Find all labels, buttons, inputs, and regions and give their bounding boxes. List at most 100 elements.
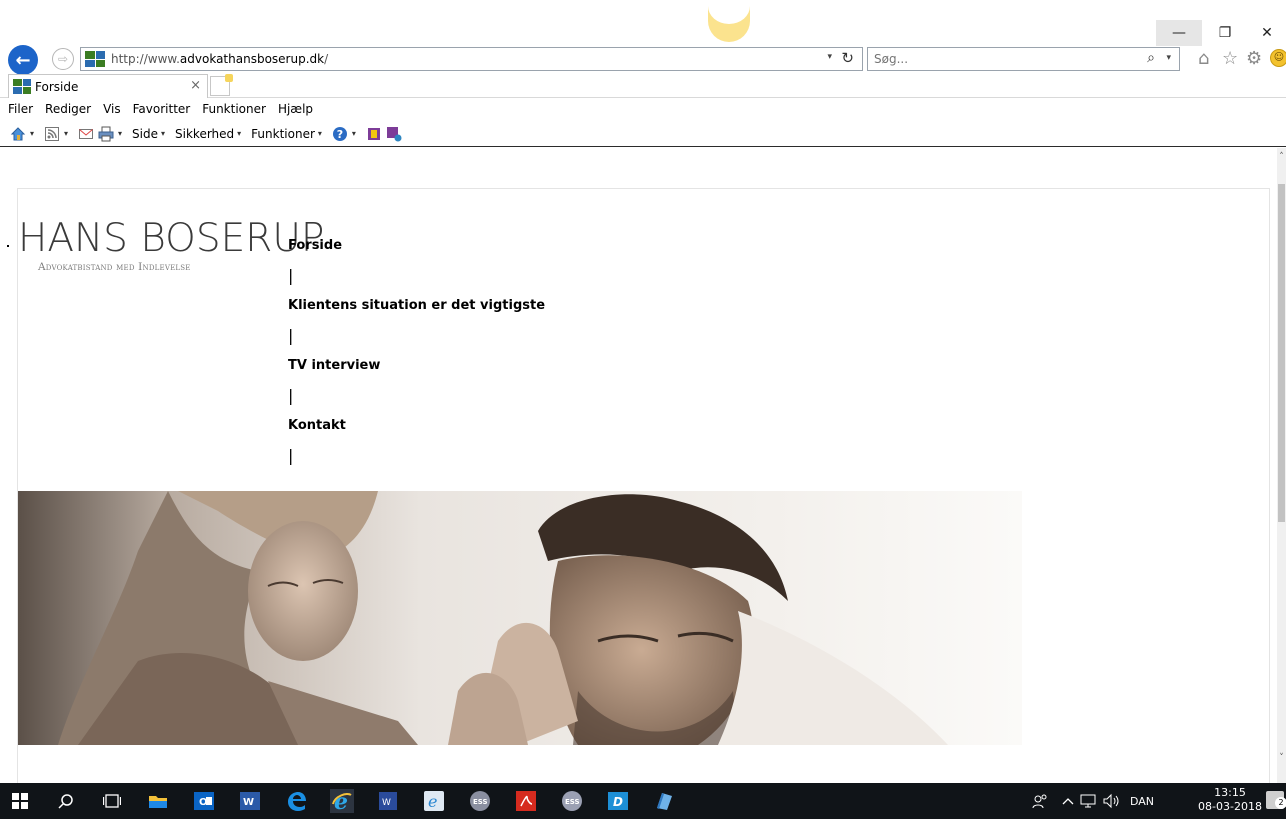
taskbar-clock[interactable]: 13:15 08-03-2018 xyxy=(1194,786,1266,814)
page-viewport: HANS BOSERUP Advokatbistand med Indlevel… xyxy=(0,148,1277,783)
back-arrow-icon: ← xyxy=(15,49,31,71)
nav-separator: | xyxy=(288,326,294,345)
nav-link-forside[interactable]: Forside xyxy=(288,236,545,256)
svg-text:?: ? xyxy=(337,128,343,141)
help-icon[interactable]: ? xyxy=(332,126,348,142)
language-indicator[interactable]: DAN xyxy=(1130,783,1154,819)
language-label: DAN xyxy=(1130,794,1155,808)
side-menu-button[interactable]: Side xyxy=(132,127,158,141)
address-url[interactable]: http://www.advokathansboserup.dk/ xyxy=(111,52,328,66)
outlook-icon[interactable]: O xyxy=(192,789,216,813)
tab-favicon-icon xyxy=(13,79,31,94)
svg-text:e: e xyxy=(428,792,437,811)
onenote-icon[interactable] xyxy=(366,126,382,142)
volume-icon[interactable] xyxy=(1102,783,1122,819)
search-input[interactable] xyxy=(874,52,1114,66)
ess-app-icon[interactable]: ESS xyxy=(468,789,492,813)
home-command-icon[interactable] xyxy=(10,126,26,142)
vertical-scrollbar[interactable]: ˄ ˅ xyxy=(1277,148,1286,783)
command-bar: ▾ ▾ ▾ Side ▾ Sikkerhed ▾ Funktioner ▾ ? … xyxy=(0,121,1286,147)
home-dropdown-icon[interactable]: ▾ xyxy=(30,129,34,138)
sikkerhed-dropdown-icon[interactable]: ▾ xyxy=(237,129,241,138)
menu-filer[interactable]: Filer xyxy=(8,102,33,116)
show-hidden-icons-icon[interactable] xyxy=(1062,783,1074,819)
sikkerhed-menu-button[interactable]: Sikkerhed xyxy=(175,127,234,141)
tab-close-icon[interactable]: × xyxy=(190,78,201,93)
menu-hjaelp[interactable]: Hjælp xyxy=(278,102,313,116)
internet-explorer-icon[interactable]: e xyxy=(330,789,354,813)
file-explorer-icon[interactable] xyxy=(146,789,170,813)
feeds-dropdown-icon[interactable]: ▾ xyxy=(64,129,68,138)
print-icon[interactable] xyxy=(98,126,114,142)
nav-separator: | xyxy=(288,266,294,285)
nav-link-kontakt[interactable]: Kontakt xyxy=(288,416,545,436)
side-dropdown-icon[interactable]: ▾ xyxy=(161,129,165,138)
decorative-sun-icon xyxy=(708,6,750,42)
forward-arrow-icon: ⇨ xyxy=(57,52,69,66)
restore-button[interactable]: ❐ xyxy=(1202,20,1248,46)
ess-app-2-icon[interactable]: ESS xyxy=(560,789,584,813)
address-bar[interactable]: http://www.advokathansboserup.dk/ ▾ ↻ xyxy=(80,47,863,71)
svg-text:ESS: ESS xyxy=(565,798,580,806)
funktioner-menu-button[interactable]: Funktioner xyxy=(251,127,315,141)
close-window-button[interactable]: ✕ xyxy=(1248,20,1286,46)
svg-text:D: D xyxy=(613,795,623,809)
people-icon[interactable] xyxy=(1032,783,1048,819)
acrobat-icon[interactable] xyxy=(514,789,538,813)
tab-title: Forside xyxy=(35,79,79,94)
print-dropdown-icon[interactable]: ▾ xyxy=(118,129,122,138)
word-icon[interactable]: W xyxy=(238,789,262,813)
task-view-icon[interactable] xyxy=(100,789,124,813)
menu-funktioner[interactable]: Funktioner xyxy=(202,102,266,116)
action-center-icon[interactable]: 2 xyxy=(1266,791,1286,809)
address-dropdown-icon[interactable]: ▾ xyxy=(827,52,832,62)
minimize-button[interactable]: — xyxy=(1156,20,1202,46)
svg-text:W: W xyxy=(382,798,391,808)
windows-start-icon[interactable] xyxy=(8,789,32,813)
app-note-icon[interactable] xyxy=(652,789,676,813)
stray-dot xyxy=(7,245,9,247)
browser-titlebar: — ❐ ✕ ← ⇨ http://www.advokathansboserup.… xyxy=(0,0,1286,75)
hero-image xyxy=(18,491,1022,745)
help-dropdown-icon[interactable]: ▾ xyxy=(352,129,356,138)
menu-favoritter[interactable]: Favoritter xyxy=(133,102,191,116)
search-box[interactable]: ⌕ ▾ xyxy=(867,47,1180,71)
forward-button[interactable]: ⇨ xyxy=(52,48,74,70)
refresh-icon[interactable]: ↻ xyxy=(841,49,854,67)
nav-link-tv-interview[interactable]: TV interview xyxy=(288,356,545,376)
home-icon[interactable]: ⌂ xyxy=(1198,48,1209,69)
scroll-down-icon[interactable]: ˅ xyxy=(1277,753,1286,763)
site-logo[interactable]: HANS BOSERUP Advokatbistand med Indlevel… xyxy=(18,218,324,274)
new-tab-button[interactable] xyxy=(210,74,233,96)
windows-taskbar: O W e W e ESS ESS D DAN 13:15 08-03-2018… xyxy=(0,783,1286,819)
back-button[interactable]: ← xyxy=(8,45,38,75)
settings-gear-icon[interactable]: ⚙ xyxy=(1246,48,1262,69)
search-taskbar-icon[interactable] xyxy=(54,789,78,813)
site-favicon-icon xyxy=(85,51,105,67)
funktioner-dropdown-icon[interactable]: ▾ xyxy=(318,129,322,138)
notification-count: 2 xyxy=(1275,797,1286,809)
nav-link-klientens-situation[interactable]: Klientens situation er det vigtigste xyxy=(288,296,545,316)
app-tile-icon[interactable]: W xyxy=(376,789,400,813)
feeds-icon[interactable] xyxy=(44,126,60,142)
menu-rediger[interactable]: Rediger xyxy=(45,102,91,116)
mail-icon[interactable] xyxy=(78,126,94,142)
feedback-smiley-icon[interactable]: ☺ xyxy=(1270,49,1286,67)
menu-vis[interactable]: Vis xyxy=(103,102,121,116)
tab-forside[interactable]: Forside × xyxy=(8,74,208,98)
app-d-icon[interactable]: D xyxy=(606,789,630,813)
screen: — ❐ ✕ ← ⇨ http://www.advokathansboserup.… xyxy=(0,0,1286,819)
network-icon[interactable] xyxy=(1080,783,1098,819)
ie-shortcut-icon[interactable]: e xyxy=(422,789,446,813)
scrollbar-thumb[interactable] xyxy=(1278,184,1285,522)
favorites-star-icon[interactable]: ☆ xyxy=(1222,48,1238,69)
search-icon[interactable]: ⌕ xyxy=(1147,50,1155,66)
svg-text:ESS: ESS xyxy=(473,798,488,806)
scroll-up-icon[interactable]: ˄ xyxy=(1277,152,1286,162)
onenote-linked-icon[interactable] xyxy=(386,126,402,142)
nav-separator: | xyxy=(288,446,294,465)
edge-icon[interactable] xyxy=(284,789,308,813)
svg-text:W: W xyxy=(243,797,254,808)
search-dropdown-icon[interactable]: ▾ xyxy=(1166,53,1171,63)
main-navigation: Forside | Klientens situation er det vig… xyxy=(288,236,545,476)
